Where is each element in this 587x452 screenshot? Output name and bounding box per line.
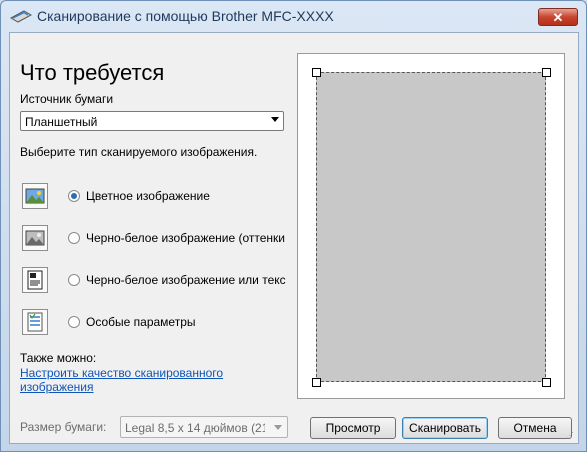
scan-area[interactable] [316,72,546,382]
crop-handle-bottom-left[interactable] [312,378,321,387]
grayscale-photo-icon [22,225,48,251]
preview-button[interactable]: Просмотр [310,417,396,439]
scan-type-label: Цветное изображение [86,189,210,203]
crop-handle-bottom-right[interactable] [542,378,551,387]
chevron-down-icon [271,117,279,122]
preview-pane [297,53,565,399]
paper-source-label: Источник бумаги [20,92,114,106]
scan-type-color[interactable]: Цветное изображение [22,183,288,213]
paper-size-label: Размер бумаги: [20,420,107,434]
chevron-down-icon [274,425,282,430]
window-title: Сканирование с помощью Brother MFC-XXXX [37,8,334,24]
radio-custom[interactable] [68,316,80,328]
paper-size-select[interactable]: Legal 8,5 x 14 дюймов (21( [120,416,288,438]
crop-handle-top-left[interactable] [312,68,321,77]
paper-source-value: Планшетный [25,115,98,129]
scan-type-bw-text[interactable]: Черно-белое изображение или текс [22,267,288,297]
scan-dialog: Сканирование с помощью Brother MFC-XXXX … [0,0,587,452]
paper-source-select[interactable]: Планшетный [20,111,284,131]
color-photo-icon [22,183,48,209]
paper-size-value: Legal 8,5 x 14 дюймов (21( [125,421,265,435]
radio-grayscale[interactable] [68,232,80,244]
scan-type-label: Черно-белое изображение (оттенки [86,231,285,245]
scan-type-custom[interactable]: Особые параметры [22,309,288,339]
scan-type-label: Особые параметры [86,315,196,329]
adjust-quality-link[interactable]: Настроить качество сканированного изобра… [20,366,260,394]
also-label: Также можно: [20,351,97,365]
cancel-button[interactable]: Отмена [498,417,572,439]
title-bar: Сканирование с помощью Brother MFC-XXXX … [1,1,586,33]
crop-handle-top-right[interactable] [542,68,551,77]
scan-button[interactable]: Сканировать [402,417,488,439]
text-document-icon [22,267,48,293]
custom-settings-icon [22,309,48,335]
scan-type-prompt: Выберите тип сканируемого изображения. [20,145,258,159]
resize-grip-icon[interactable]: ⋰ [566,431,576,441]
radio-bw-text[interactable] [68,274,80,286]
scanner-icon [10,10,32,23]
close-button[interactable]: ✕ [538,8,578,26]
dialog-body: Что требуется Источник бумаги Планшетный… [9,32,579,444]
scan-type-label: Черно-белое изображение или текс [86,273,286,287]
page-title: Что требуется [20,60,165,85]
scan-type-grayscale[interactable]: Черно-белое изображение (оттенки [22,225,288,255]
radio-color[interactable] [68,190,80,202]
